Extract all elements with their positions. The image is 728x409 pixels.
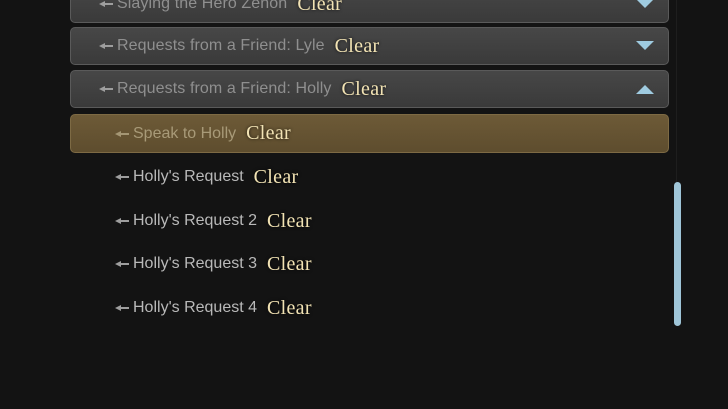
arrow-bullet-icon	[99, 43, 113, 49]
quest-title: Requests from a Friend: Lyle	[117, 37, 325, 54]
subquest-title: Speak to Holly	[133, 124, 237, 142]
quest-header-slaying-the-hero-zenon[interactable]: Slaying the Hero Zenon Clear	[70, 0, 669, 23]
clear-status: Clear	[297, 0, 343, 15]
clear-status: Clear	[267, 252, 312, 275]
clear-status: Clear	[341, 77, 387, 100]
quest-title: Slaying the Hero Zenon	[117, 0, 288, 12]
scrollbar-thumb[interactable]	[674, 182, 681, 326]
quest-log-panel: Slaying the Hero Zenon Clear Requests fr…	[0, 0, 728, 409]
arrow-bullet-icon	[115, 305, 129, 311]
chevron-down-icon[interactable]	[634, 0, 656, 11]
arrow-bullet-icon	[115, 218, 129, 224]
arrow-bullet-icon	[99, 86, 113, 92]
subquest-title: Holly's Request 2	[133, 212, 257, 229]
chevron-down-icon[interactable]	[634, 39, 656, 53]
chevron-up-icon[interactable]	[634, 82, 656, 96]
arrow-bullet-icon	[99, 1, 113, 7]
subquest-title: Holly's Request 4	[133, 299, 257, 316]
scroll-track	[676, 0, 677, 182]
clear-status: Clear	[267, 209, 312, 232]
subquest-row[interactable]: Holly's Request 4 Clear	[70, 289, 669, 327]
subquest-row[interactable]: Holly's Request Clear	[70, 158, 669, 196]
quest-title: Requests from a Friend: Holly	[117, 80, 332, 97]
arrow-bullet-icon	[115, 130, 129, 137]
clear-status: Clear	[334, 34, 380, 57]
subquest-row[interactable]: Holly's Request 2 Clear	[70, 202, 669, 240]
subquest-row[interactable]: Holly's Request 3 Clear	[70, 245, 669, 283]
clear-status: Clear	[246, 122, 291, 144]
subquest-title: Holly's Request	[133, 168, 244, 185]
quest-header-requests-lyle[interactable]: Requests from a Friend: Lyle Clear	[70, 27, 669, 65]
quest-header-requests-holly[interactable]: Requests from a Friend: Holly Clear	[70, 70, 669, 108]
arrow-bullet-icon	[115, 261, 129, 267]
arrow-bullet-icon	[115, 174, 129, 180]
subquest-title: Holly's Request 3	[133, 255, 257, 272]
subquest-row-selected[interactable]: Speak to Holly Clear	[70, 114, 669, 153]
clear-status: Clear	[253, 165, 299, 188]
clear-status: Clear	[267, 296, 312, 319]
